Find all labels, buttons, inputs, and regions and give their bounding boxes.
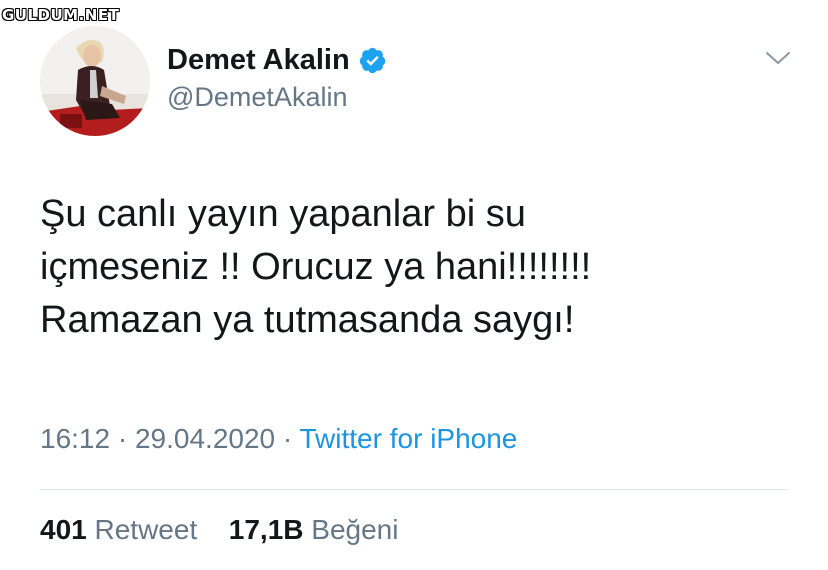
tweet-metadata: 16:12 · 29.04.2020 · Twitter for iPhone xyxy=(40,423,517,455)
avatar-photo xyxy=(40,26,150,136)
tweet-text-line: içmeseniz !! Orucuz ya hani!!!!!!!! xyxy=(40,246,592,288)
tweet-stats: 401 Retweet 17,1B Beğeni xyxy=(40,514,398,546)
retweets-label: Retweet xyxy=(94,514,198,545)
display-name[interactable]: Demet Akalin xyxy=(167,44,350,77)
watermark-logo: GULDUM.NET xyxy=(2,6,120,24)
retweets-count: 401 xyxy=(40,514,87,545)
verified-badge-icon xyxy=(358,46,387,75)
tweet-date[interactable]: 29.04.2020 xyxy=(135,423,275,454)
meta-separator: · xyxy=(117,423,128,454)
tweet-time[interactable]: 16:12 xyxy=(40,423,110,454)
divider xyxy=(40,489,789,490)
tweet-text: Şu canlı yayın yapanlar bi su içmeseniz … xyxy=(40,188,800,347)
tweet-source-link[interactable]: Twitter for iPhone xyxy=(300,423,518,454)
author-name-row[interactable]: Demet Akalin xyxy=(167,40,387,80)
user-handle[interactable]: @DemetAkalin xyxy=(167,82,347,113)
chevron-down-icon[interactable] xyxy=(764,48,792,68)
tweet-text-line: Şu canlı yayın yapanlar bi su xyxy=(40,193,526,235)
tweet-text-line: Ramazan ya tutmasanda saygı! xyxy=(40,299,575,341)
likes-count: 17,1B xyxy=(228,514,304,545)
likes-label: Beğeni xyxy=(311,514,399,545)
meta-separator: · xyxy=(282,423,293,454)
retweets-stat[interactable]: 401 Retweet xyxy=(40,514,205,545)
avatar[interactable] xyxy=(40,26,150,136)
likes-stat[interactable]: 17,1B Beğeni xyxy=(229,514,399,545)
